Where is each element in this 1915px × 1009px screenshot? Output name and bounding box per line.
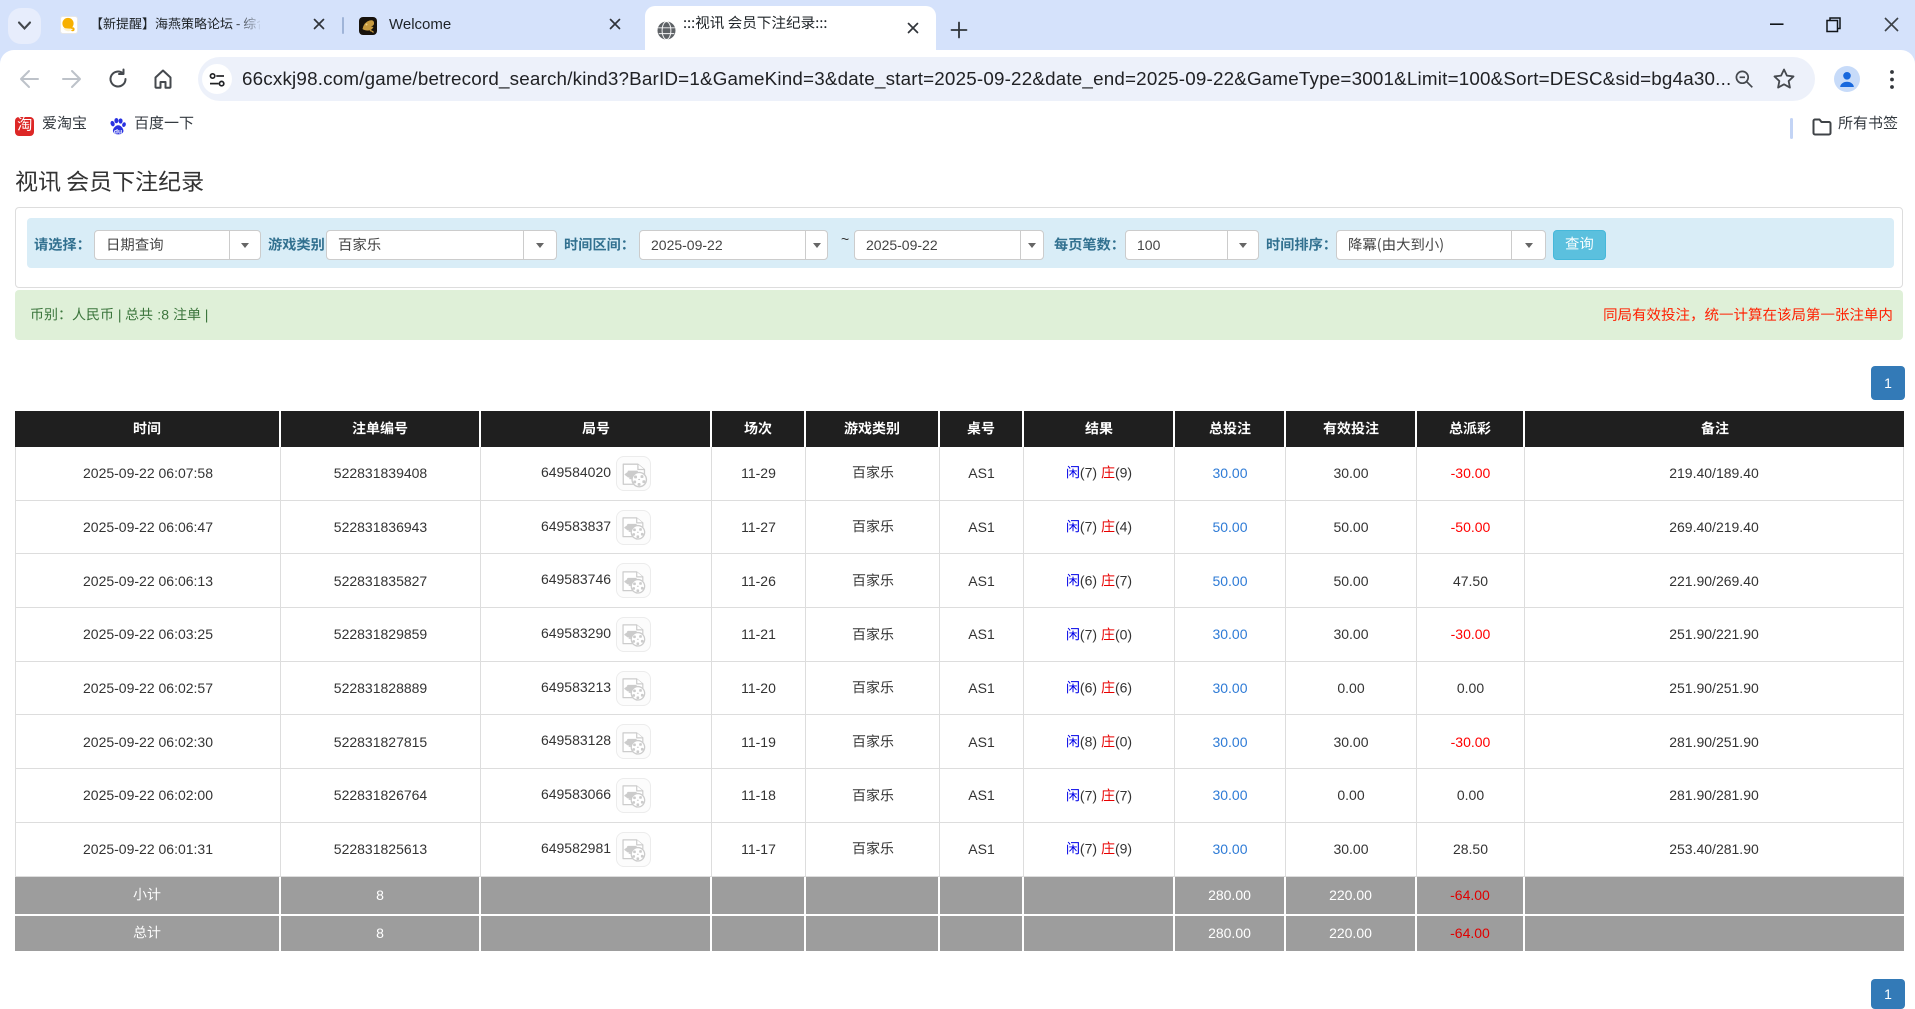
svg-text:du: du — [114, 129, 122, 136]
